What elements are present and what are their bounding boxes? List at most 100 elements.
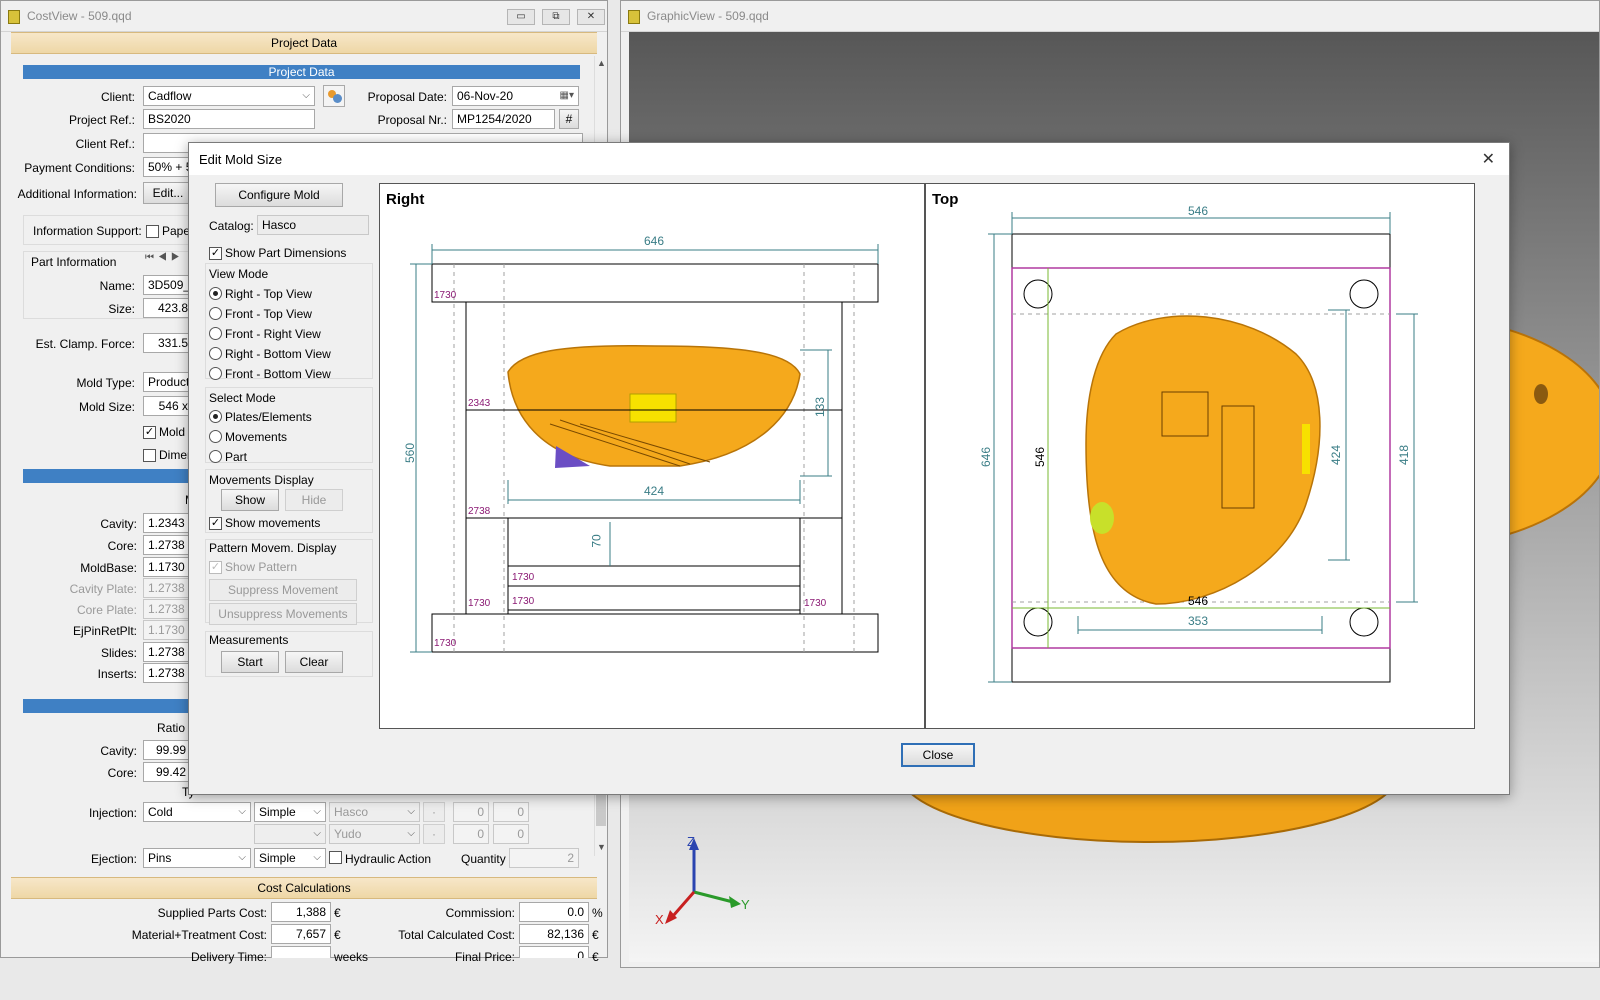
dialog-close-button[interactable]: Close <box>901 743 975 767</box>
app-icon <box>628 10 640 24</box>
delivery-time-field[interactable] <box>271 946 331 958</box>
part-side-boss <box>1090 502 1114 534</box>
core-plate-field[interactable]: 1.2738 ( <box>143 599 193 619</box>
injection-value: Cold <box>148 805 173 819</box>
size-label: Size: <box>108 302 135 316</box>
injection-select[interactable]: Cold ⌵ <box>143 802 251 822</box>
suppress-movement-button[interactable]: Suppress Movement <box>209 579 357 601</box>
select-part-radio[interactable] <box>209 450 222 463</box>
select-movements-label: Movements <box>225 430 288 444</box>
ejection-type-value: Simple <box>259 851 296 865</box>
view-right-top-radio[interactable] <box>209 287 222 300</box>
injection-dot-button[interactable]: · <box>423 802 445 822</box>
chevron-down-icon: ⌵ <box>313 828 321 839</box>
cavity-plate-label: Cavity Plate: <box>69 582 137 596</box>
show-part-dims-checkbox[interactable]: ✓ <box>209 247 222 260</box>
proposal-date-picker[interactable]: 06-Nov-20 ▦▾ <box>452 86 579 106</box>
total-cost-field[interactable]: 82,136 <box>519 924 589 944</box>
mold-size-field[interactable]: 546 x <box>143 396 193 416</box>
select-movements-radio[interactable] <box>209 430 222 443</box>
show-movements-checkbox[interactable]: ✓ <box>209 517 222 530</box>
scroll-up-icon[interactable]: ▲ <box>597 58 606 68</box>
graphicview-title: GraphicView - 509.qqd <box>647 9 769 23</box>
right-view-panel[interactable]: Right 646 560 424 133 70 1730 2343 2738 … <box>379 183 925 729</box>
injection-qty-field-4[interactable]: 0 <box>493 824 529 844</box>
injection-type2-select[interactable]: ⌵ <box>254 824 326 844</box>
close-window-button[interactable]: ✕ <box>577 9 605 25</box>
unsuppress-movements-button[interactable]: Unsuppress Movements <box>209 603 357 625</box>
ejpin-label: EjPinRetPlt: <box>72 624 137 638</box>
axis-z-label: Z <box>687 834 695 849</box>
final-price-field[interactable]: 0 <box>519 946 589 958</box>
proposal-nr-field[interactable]: MP1254/2020 <box>452 109 555 129</box>
show-movements-button[interactable]: Show <box>221 489 279 511</box>
slides-field[interactable]: 1.2738 ( <box>143 642 193 662</box>
commission-field[interactable]: 0.0 <box>519 902 589 922</box>
ratio-header <box>23 699 193 713</box>
proposal-date-label: Proposal Date: <box>367 90 447 104</box>
hydraulic-checkbox[interactable] <box>329 851 342 864</box>
injection-brand-select[interactable]: Hasco ⌵ <box>329 802 420 822</box>
maximize-button[interactable]: ⧉ <box>542 9 570 25</box>
measure-clear-button[interactable]: Clear <box>285 651 343 673</box>
clamp-force-field[interactable]: 331.5 <box>143 333 193 353</box>
mold-f-checkbox[interactable]: ✓ <box>143 426 156 439</box>
hash-button[interactable]: # <box>559 109 579 129</box>
record-nav[interactable]: ⏮◀▶ <box>145 252 184 263</box>
ratio-cavity-field[interactable]: 99.99 <box>143 740 191 760</box>
quantity-label: Quantity <box>461 852 506 866</box>
select-plates-radio[interactable] <box>209 410 222 423</box>
injection-brand2-select[interactable]: Yudo ⌵ <box>329 824 420 844</box>
catalog-field[interactable]: Hasco <box>257 215 369 235</box>
ejection-select[interactable]: Pins ⌵ <box>143 848 251 868</box>
hide-movements-button[interactable]: Hide <box>285 489 343 511</box>
ratio-core-field[interactable]: 99.42 <box>143 762 191 782</box>
view-front-bottom-radio[interactable] <box>209 367 222 380</box>
measure-start-button[interactable]: Start <box>221 651 279 673</box>
slides-label: Slides: <box>100 646 137 660</box>
dialog-titlebar[interactable] <box>189 143 1509 175</box>
ejection-type-select[interactable]: Simple ⌵ <box>254 848 326 868</box>
view-front-right-radio[interactable] <box>209 327 222 340</box>
dimen-checkbox[interactable] <box>143 449 156 462</box>
quantity-field[interactable]: 2 <box>509 848 579 868</box>
inserts-field[interactable]: 1.2738 ( <box>143 663 193 683</box>
injection-qty-field-2[interactable]: 0 <box>493 802 529 822</box>
cavity-plate-field[interactable]: 1.2738 ( <box>143 578 193 598</box>
client-select[interactable]: Cadflow ⌵ <box>143 86 315 106</box>
material-cost-field[interactable]: 7,657 <box>271 924 331 944</box>
view-front-top-radio[interactable] <box>209 307 222 320</box>
mold-type-select[interactable]: Productio <box>143 372 193 392</box>
minimize-button[interactable]: ▭ <box>507 9 535 25</box>
name-field[interactable]: 3D509_p <box>143 275 193 295</box>
client-label: Client: <box>100 90 135 104</box>
client-users-icon[interactable] <box>323 85 345 107</box>
size-field[interactable]: 423.8 <box>143 298 193 318</box>
scroll-down-icon[interactable]: ▼ <box>597 842 606 852</box>
chevron-down-icon: ⌵ <box>302 90 310 101</box>
cavity-field[interactable]: 1.2343 <box>143 513 193 533</box>
injection-dot2-button[interactable]: · <box>423 824 445 844</box>
moldbase-field[interactable]: 1.1730 <box>143 557 193 577</box>
injection-qty-field-1[interactable]: 0 <box>453 802 489 822</box>
project-ref-field[interactable]: BS2020 <box>143 109 315 129</box>
core-label: Core: <box>107 539 137 553</box>
core-field[interactable]: 1.2738 ( <box>143 535 193 555</box>
top-dim-height-label: 646 <box>979 446 994 468</box>
paper-checkbox[interactable] <box>146 225 159 238</box>
ejpin-field[interactable]: 1.1730 <box>143 620 193 640</box>
supplied-cost-field[interactable]: 1,388 <box>271 902 331 922</box>
catalog-label: Catalog: <box>209 219 254 233</box>
part-yellow-clip <box>1302 424 1310 474</box>
top-view-panel[interactable]: Top 546 646 546 424 418 353 546 <box>925 183 1475 729</box>
edit-info-button[interactable]: Edit... <box>143 182 193 204</box>
dialog-close-icon[interactable]: ✕ <box>1482 149 1495 169</box>
injection-qty-field-3[interactable]: 0 <box>453 824 489 844</box>
injection-type-select[interactable]: Simple ⌵ <box>254 802 326 822</box>
costview-titlebar[interactable]: CostView - 509.qqd ▭ ⧉ ✕ <box>1 1 607 32</box>
graphicview-titlebar[interactable]: GraphicView - 509.qqd <box>621 1 1599 32</box>
show-pattern-checkbox[interactable]: ✓ <box>209 561 222 574</box>
chevron-down-icon: ⌵ <box>313 806 321 817</box>
view-right-bottom-radio[interactable] <box>209 347 222 360</box>
configure-mold-button[interactable]: Configure Mold <box>215 183 343 207</box>
